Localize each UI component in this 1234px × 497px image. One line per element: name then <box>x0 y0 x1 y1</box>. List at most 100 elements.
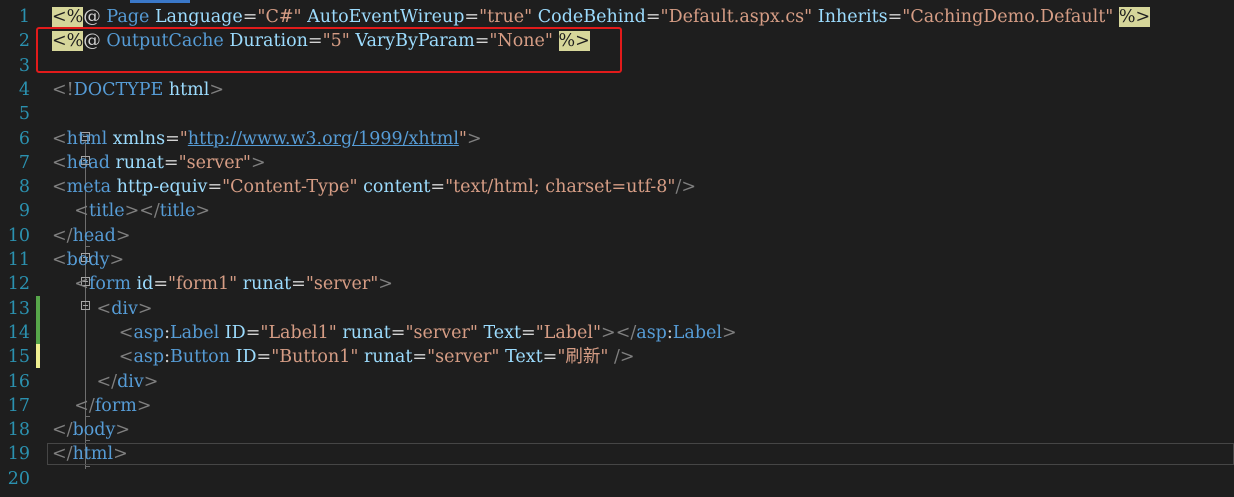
code-token: title <box>88 201 125 222</box>
line-number: 11 <box>7 250 30 270</box>
code-token: < <box>96 298 112 319</box>
code-token: html <box>66 128 108 149</box>
code-token: < <box>118 322 134 343</box>
code-token: "true" <box>479 7 533 27</box>
code-token: "Button1" <box>271 347 359 368</box>
code-token: " <box>179 128 188 149</box>
code-token: title <box>159 201 196 222</box>
code-token: asp <box>636 322 667 343</box>
code-token: Inherits <box>817 7 888 27</box>
code-token: > <box>113 444 128 465</box>
code-token: "Content-Type" <box>222 177 358 198</box>
code-token: "server" <box>305 274 379 295</box>
code-token: Page <box>106 7 150 27</box>
code-token: " <box>458 128 467 149</box>
code-token: ID <box>224 322 246 343</box>
code-line[interactable]: <%@ Page Language="C#" AutoEventWireup="… <box>52 5 1151 29</box>
code-line[interactable]: <meta http-equiv="Content-Type" content=… <box>52 175 696 199</box>
code-token: = <box>464 7 480 27</box>
line-number: 9 <box>18 201 30 222</box>
code-token: = <box>165 128 180 149</box>
code-token: = <box>256 347 272 368</box>
code-token: body <box>66 250 110 270</box>
line-number: 2 <box>18 31 30 52</box>
code-token: "Default.aspx.cs" <box>660 7 813 27</box>
code-token: = <box>207 177 223 198</box>
code-token: = <box>412 347 428 368</box>
code-token: ID <box>235 347 257 368</box>
code-token: %> <box>1118 7 1151 27</box>
code-token: < <box>52 177 67 198</box>
code-line[interactable]: <title></title> <box>52 199 210 223</box>
line-number: 14 <box>7 322 30 343</box>
code-token: <! <box>52 79 74 100</box>
code-token: xmlns <box>112 128 166 149</box>
code-token: Text <box>505 347 543 368</box>
code-token: > <box>722 322 737 343</box>
code-token: runat <box>115 152 164 173</box>
code-token: id <box>136 274 154 295</box>
code-token: Text <box>483 322 522 343</box>
line-number: 6 <box>18 128 30 149</box>
code-line[interactable]: <asp:Button ID="Button1" runat="server" … <box>52 345 635 369</box>
code-token: "text/html; charset=utf-8" <box>445 177 676 198</box>
code-token: </ <box>52 444 73 465</box>
code-token: = <box>645 7 661 27</box>
code-token: Label <box>672 322 723 343</box>
code-line[interactable]: </div> <box>52 370 159 394</box>
code-token: ></ <box>601 322 637 343</box>
code-token: </ <box>52 420 73 441</box>
code-token: runat <box>364 347 413 368</box>
code-token: = <box>390 322 406 343</box>
code-token: "Label" <box>535 322 602 343</box>
code-token: = <box>163 152 179 173</box>
code-line[interactable]: </form> <box>52 394 151 418</box>
code-line[interactable]: </html> <box>52 442 128 466</box>
code-token: content <box>363 177 431 198</box>
code-token: http-equiv <box>116 177 208 198</box>
code-token: Label <box>169 322 220 343</box>
line-number: 1 <box>18 7 30 27</box>
code-token: "server" <box>178 152 251 173</box>
code-token: "server" <box>427 347 500 368</box>
code-token: "C#" <box>257 7 302 27</box>
code-editor[interactable]: 1 2 3 4 5 6 7 8 9 10 11 12 13 14 15 16 17 18 19 20 <%@ Page… <box>0 0 1234 497</box>
code-line[interactable]: <form id="form1" runat="server"> <box>52 272 393 296</box>
code-line[interactable]: <asp:Label ID="Label1" runat="server" Te… <box>52 321 737 345</box>
code-token: head <box>66 152 110 173</box>
code-token: http://www.w3.org/1999/xhtml <box>187 128 459 149</box>
line-number: 10 <box>7 225 30 246</box>
code-token: /> <box>614 347 635 368</box>
code-line[interactable]: <!DOCTYPE html> <box>52 78 224 102</box>
code-token: > <box>115 420 131 441</box>
code-line[interactable]: </body> <box>52 418 130 442</box>
code-token: @ <box>83 7 107 27</box>
code-token: = <box>153 274 168 295</box>
code-line[interactable]: </head> <box>52 224 131 248</box>
code-token: div <box>111 298 138 319</box>
code-token: < <box>52 128 67 149</box>
code-token: div <box>117 371 144 392</box>
code-token: > <box>250 152 266 173</box>
code-line[interactable]: <body> <box>52 248 124 272</box>
code-token: html <box>168 79 210 100</box>
code-token: = <box>245 322 261 343</box>
line-number: 17 <box>7 395 30 416</box>
code-token: "form1" <box>167 274 238 295</box>
code-token: meta <box>66 177 112 198</box>
code-token: Button <box>169 347 230 368</box>
code-line[interactable]: <div> <box>52 297 153 321</box>
code-token: html <box>72 444 114 465</box>
code-token: > <box>136 395 152 416</box>
line-number: 4 <box>18 79 30 100</box>
code-token: = <box>542 347 558 368</box>
code-line[interactable]: <html xmlns="http://www.w3.org/1999/xhtm… <box>52 127 482 151</box>
code-token: ></ <box>124 201 160 222</box>
code-token: > <box>109 250 125 270</box>
code-line[interactable]: <head runat="server"> <box>52 151 266 175</box>
